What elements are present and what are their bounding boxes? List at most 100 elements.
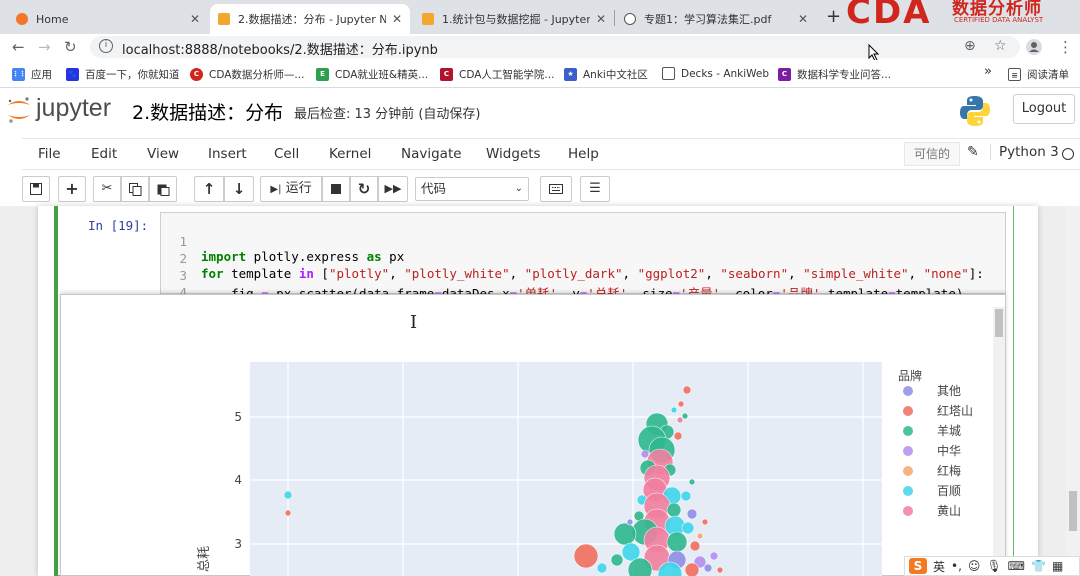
brand-sub: CERTIFIED DATA ANALYST (954, 16, 1044, 24)
menu-help[interactable]: Help (568, 146, 599, 162)
bookmark-cda-ai[interactable]: C CDA人工智能学院... (440, 67, 554, 82)
bubble (688, 478, 696, 486)
bookmark-cda-job[interactable]: E CDA就业班&精英... (316, 67, 428, 82)
shirt-icon[interactable]: 👕 (1031, 559, 1046, 573)
interrupt-button[interactable] (322, 176, 350, 202)
grid-icon[interactable]: ▦ (1052, 559, 1063, 573)
legend-title: 品牌 (898, 369, 922, 383)
forward-arrow-icon[interactable]: → (38, 38, 51, 56)
output-scrollbar[interactable] (993, 307, 1005, 576)
menu-insert[interactable]: Insert (208, 146, 247, 162)
bookmark-label: Decks - AnkiWeb (681, 67, 770, 80)
move-down-button[interactable]: ↓ (224, 176, 254, 202)
omnibox[interactable]: i localhost:8888/notebooks/2.数据描述：分布.ipy… (90, 36, 1020, 58)
page-scrollbar[interactable] (1066, 206, 1080, 576)
save-button[interactable] (22, 176, 50, 202)
menu-kebab-icon[interactable]: ⋮ (1058, 38, 1073, 56)
cut-button[interactable]: ✂ (93, 176, 121, 202)
scatter-plot[interactable]: 5 4 3 总耗 品牌 其他红塔山羊城中华红梅百顺黄山 (60, 300, 990, 576)
menu-kernel[interactable]: Kernel (329, 146, 371, 162)
globe-icon (624, 13, 636, 25)
code-editor[interactable]: 1 import plotly.express as px 2 for temp… (160, 212, 1006, 315)
code-line[interactable]: 2 for template in ["plotly", "plotly_whi… (161, 236, 983, 281)
emoji-icon[interactable]: ☺ (968, 559, 981, 573)
tab-pdf[interactable]: 专题1：学习算法集汇.pdf ✕ (616, 4, 816, 34)
code-line[interactable]: 3 fig = px.scatter(data_frame=dataDes,x=… (161, 253, 963, 301)
run-button[interactable]: ▶| 运行 (260, 176, 322, 202)
close-icon[interactable]: ✕ (392, 12, 402, 26)
code-line[interactable]: 1 import plotly.express as px (161, 219, 404, 264)
new-tab-button[interactable]: + (826, 6, 841, 27)
bubble (573, 543, 599, 569)
tab-notebook-active[interactable]: 2.数据描述：分布 - Jupyter Not ✕ (210, 4, 410, 34)
back-arrow-icon[interactable]: ← (12, 38, 25, 56)
more-bookmarks-icon[interactable]: » (984, 64, 992, 79)
legend-marker (903, 386, 913, 396)
sogou-s-icon[interactable]: S (909, 558, 927, 574)
notebook-title[interactable]: 2.数据描述：分布 (132, 98, 283, 125)
close-icon[interactable]: ✕ (190, 12, 200, 26)
bookmark-label: CDA人工智能学院... (459, 69, 555, 81)
cell-type-value: 代码 (421, 181, 447, 196)
bookmark-label: 百度一下，你就知道 (85, 69, 180, 81)
pencil-icon[interactable]: ✎ (967, 144, 979, 160)
menu-view[interactable]: View (147, 146, 179, 162)
profile-icon[interactable] (1026, 39, 1042, 55)
trusted-badge[interactable]: 可信的 (904, 142, 960, 166)
bubble (680, 490, 692, 502)
command-palette-button[interactable] (540, 176, 572, 202)
close-icon[interactable]: ✕ (596, 12, 606, 26)
bookmark-ds-qa[interactable]: C 数据科学专业问答... (778, 67, 891, 82)
tab-label: 1.统计包与数据挖掘 - Jupyter N (442, 13, 590, 26)
move-up-button[interactable]: ↑ (194, 176, 224, 202)
insert-cell-button[interactable]: + (58, 176, 86, 202)
reload-icon[interactable]: ↻ (64, 38, 77, 56)
menu-cell[interactable]: Cell (274, 146, 299, 162)
code-text: import plotly.express as px (201, 249, 405, 264)
close-icon[interactable]: ✕ (798, 12, 808, 26)
bookmark-apps[interactable]: ⋮⋮ 应用 (12, 67, 52, 82)
menu-navigate[interactable]: Navigate (401, 146, 462, 162)
reading-list-label: 阅读清单 (1027, 69, 1069, 81)
scrollbar-thumb[interactable] (1069, 491, 1077, 531)
menu-edit[interactable]: Edit (91, 146, 117, 162)
screen: Home ✕ 2.数据描述：分布 - Jupyter Not ✕ 1.统计包与数… (0, 0, 1080, 576)
y-tick-label: 5 (234, 410, 242, 424)
star-icon[interactable]: ☆ (994, 38, 1007, 54)
zoom-icon[interactable]: ⊕ (964, 38, 976, 54)
url-text[interactable]: localhost:8888/notebooks/2.数据描述：分布.ipynb (122, 39, 438, 58)
info-icon[interactable]: i (99, 39, 113, 53)
bookmark-ankiweb[interactable]: Decks - AnkiWeb (662, 67, 769, 80)
code-line[interactable]: 4 fig.show() (161, 270, 306, 315)
kernel-name[interactable]: Python 3 (990, 144, 1059, 160)
command-list-button[interactable]: ☰ (580, 176, 610, 202)
ime-toolbar: S 英 •, ☺ 🎙 ⌨ 👕 ▦ (904, 556, 1080, 576)
ime-lang[interactable]: 英 (933, 558, 945, 575)
restart-button[interactable]: ↻ (350, 176, 378, 202)
bookmark-cda[interactable]: C CDA数据分析师—... (190, 67, 304, 82)
menu-widgets[interactable]: Widgets (486, 146, 541, 162)
keyboard-icon[interactable]: ⌨ (1008, 559, 1025, 573)
menu-file[interactable]: File (38, 146, 61, 162)
mic-icon[interactable]: 🎙 (986, 559, 1001, 573)
cell-type-select[interactable]: 代码 ⌄ (415, 177, 529, 201)
page-icon (662, 67, 675, 80)
fast-forward-icon: ▶▶ (384, 182, 402, 195)
bubble (666, 531, 688, 553)
reading-list[interactable]: ≡ 阅读清单 (1008, 67, 1069, 82)
jupyter-wordmark[interactable]: jupyter (36, 94, 111, 123)
restart-icon: ↻ (357, 180, 371, 198)
bookmark-baidu[interactable]: 🐾 百度一下，你就知道 (66, 67, 180, 82)
paste-button[interactable] (149, 176, 177, 202)
punctuation-icon[interactable]: •, (951, 559, 962, 573)
copy-button[interactable] (121, 176, 149, 202)
tab-home[interactable]: Home ✕ (8, 4, 208, 34)
jupyter-logo-icon[interactable] (6, 96, 32, 124)
bubble (681, 521, 695, 535)
bookmark-anki-cn[interactable]: ★ Anki中文社区 (564, 67, 648, 82)
tab-notebook[interactable]: 1.统计包与数据挖掘 - Jupyter N ✕ (414, 4, 614, 34)
restart-run-all-button[interactable]: ▶▶ (378, 176, 408, 202)
scrollbar-thumb[interactable] (995, 309, 1003, 337)
logout-button[interactable]: Logout (1013, 94, 1075, 124)
menu-bar: File Edit View Insert Cell Kernel Naviga… (22, 138, 1080, 170)
